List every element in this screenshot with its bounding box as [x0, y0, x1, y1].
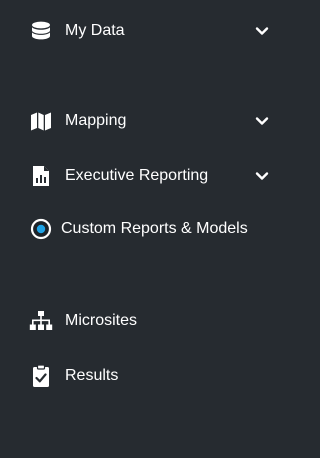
chevron-down-icon[interactable] — [254, 113, 270, 129]
nav-item-label: Custom Reports & Models — [61, 220, 248, 237]
nav-item-mapping[interactable]: Mapping — [0, 101, 300, 141]
nav-item-my-data[interactable]: My Data — [0, 11, 300, 51]
chevron-down-icon[interactable] — [254, 23, 270, 39]
map-icon — [29, 109, 53, 133]
database-icon — [29, 19, 53, 43]
nav-item-microsites[interactable]: Microsites — [0, 301, 300, 341]
nav-item-label: Results — [65, 367, 119, 384]
sitemap-icon — [29, 309, 53, 333]
chevron-down-icon[interactable] — [254, 168, 270, 184]
nav-item-label: Mapping — [65, 112, 127, 129]
clipboard-check-icon — [29, 364, 53, 388]
report-icon — [29, 164, 53, 188]
radio-selected-icon[interactable] — [29, 217, 53, 241]
nav-item-label: Microsites — [65, 312, 138, 329]
nav-item-executive-reporting[interactable]: Executive Reporting — [0, 156, 300, 196]
nav-item-label: Executive Reporting — [65, 167, 209, 184]
nav-item-results[interactable]: Results — [0, 356, 300, 396]
nav-item-custom-reports-models[interactable]: Custom Reports & Models — [0, 209, 300, 249]
nav-item-label: My Data — [65, 22, 125, 39]
